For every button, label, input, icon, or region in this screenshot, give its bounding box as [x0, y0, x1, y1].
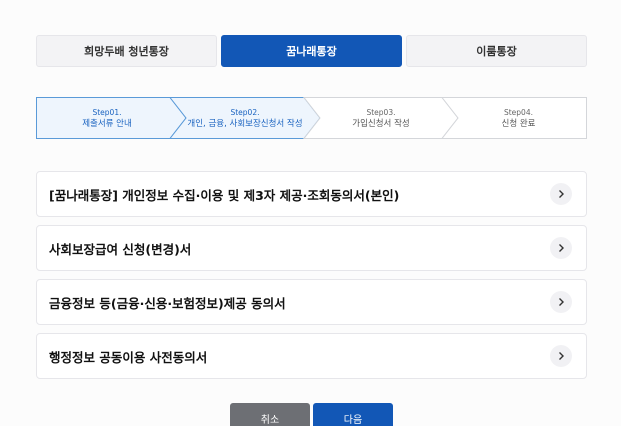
agreement-item-admin-info-consent[interactable]: 행정정보 공동이용 사전동의서: [36, 333, 587, 379]
agreement-title: 금융정보 등(금융·신용·보험정보)제공 동의서: [49, 295, 286, 311]
agreement-item-privacy-consent[interactable]: [꿈나래통장] 개인정보 수집·이용 및 제3자 제공·조회동의서(본인): [36, 171, 587, 217]
step-3-label: 가입신청서 작성: [352, 118, 410, 129]
chevron-right-icon[interactable]: [550, 291, 572, 313]
chevron-right-icon[interactable]: [550, 345, 572, 367]
account-type-tabs: 희망두배 청년통장 꿈나래통장 이룸통장: [36, 35, 587, 67]
chevron-right-icon[interactable]: [550, 183, 572, 205]
agreement-title: [꿈나래통장] 개인정보 수집·이용 및 제3자 제공·조회동의서(본인): [49, 187, 400, 203]
page: 희망두배 청년통장 꿈나래통장 이룸통장 Step01. 제출서류 안내 Ste…: [0, 0, 621, 426]
step-1: Step01. 제출서류 안내: [36, 97, 178, 139]
step-4-label: 신청 완료: [501, 118, 536, 129]
agreement-title: 행정정보 공동이용 사전동의서: [49, 349, 208, 365]
step-2-label: 개인, 금융, 사회보장신청서 작성: [187, 118, 303, 129]
step-1-number: Step01.: [92, 107, 122, 117]
cancel-button[interactable]: 취소: [230, 403, 310, 426]
step-4-number: Step04.: [503, 107, 533, 117]
tab-kkumnarae[interactable]: 꿈나래통장: [221, 35, 402, 67]
chevron-right-icon[interactable]: [550, 237, 572, 259]
agreement-list: [꿈나래통장] 개인정보 수집·이용 및 제3자 제공·조회동의서(본인) 사회…: [36, 171, 587, 387]
step-progress: Step01. 제출서류 안내 Step02. 개인, 금융, 사회보장신청서 …: [36, 97, 587, 139]
agreement-item-financial-info-consent[interactable]: 금융정보 등(금융·신용·보험정보)제공 동의서: [36, 279, 587, 325]
step-3: Step03. 가입신청서 작성: [312, 97, 450, 139]
step-2-number: Step02.: [230, 107, 260, 117]
tab-irum[interactable]: 이룸통장: [406, 35, 587, 67]
form-actions: 취소 다음: [0, 403, 621, 426]
step-1-label: 제출서류 안내: [82, 118, 132, 129]
step-2: Step02. 개인, 금융, 사회보장신청서 작성: [178, 97, 312, 139]
step-4: Step04. 신청 완료: [450, 97, 587, 139]
agreement-title: 사회보장급여 신청(변경)서: [49, 241, 192, 257]
next-button[interactable]: 다음: [313, 403, 393, 426]
step-3-number: Step03.: [366, 107, 396, 117]
tab-heemang-dubae[interactable]: 희망두배 청년통장: [36, 35, 217, 67]
agreement-item-social-security-application[interactable]: 사회보장급여 신청(변경)서: [36, 225, 587, 271]
